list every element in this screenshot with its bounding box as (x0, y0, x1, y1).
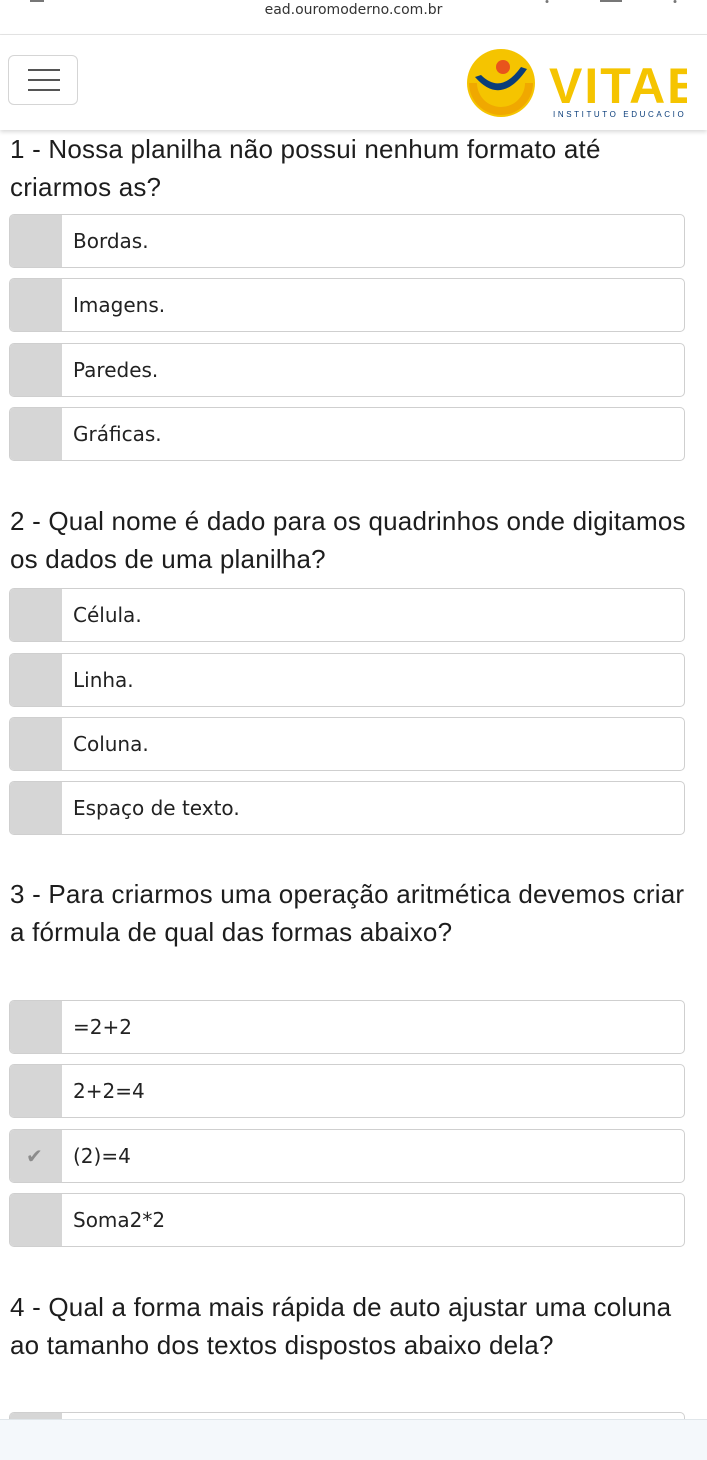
option-label: Imagens. (73, 293, 166, 317)
option-checkbox-checked[interactable]: ✔ (10, 1130, 62, 1182)
option-label: =2+2 (73, 1015, 132, 1039)
question-2-text: 2 - Qual nome é dado para os quadrinhos … (10, 506, 686, 574)
option-checkbox[interactable] (10, 1065, 62, 1117)
option-q1-c[interactable]: Paredes. (9, 343, 685, 397)
option-label: Paredes. (73, 358, 159, 382)
question-3-text: 3 - Para criarmos uma operação aritmétic… (10, 879, 685, 947)
option-q2-b[interactable]: Linha. (9, 653, 685, 707)
url-text: ead.ouromoderno.com.br (264, 2, 443, 18)
option-q3-a[interactable]: =2+2 (9, 1000, 685, 1054)
option-label: Espaço de texto. (73, 796, 240, 820)
option-label: Linha. (73, 668, 134, 692)
option-checkbox[interactable] (10, 279, 62, 331)
option-label: Coluna. (73, 732, 149, 756)
bottom-bar (0, 1419, 707, 1460)
vitae-logo[interactable]: VITAE INSTITUTO EDUCACIONAL (465, 47, 687, 119)
svg-text:INSTITUTO EDUCACIONAL: INSTITUTO EDUCACIONAL (553, 110, 687, 119)
option-label: Bordas. (73, 229, 149, 253)
browser-url-bar[interactable]: ead.ouromoderno.com.br (0, 0, 707, 35)
option-checkbox[interactable] (10, 782, 62, 834)
checkmark-icon: ✔ (26, 1146, 43, 1168)
site-header: VITAE INSTITUTO EDUCACIONAL (0, 35, 707, 130)
option-label: 2+2=4 (73, 1079, 145, 1103)
option-label: (2)=4 (73, 1144, 131, 1168)
option-q3-c[interactable]: ✔ (2)=4 (9, 1129, 685, 1183)
option-q2-d[interactable]: Espaço de texto. (9, 781, 685, 835)
option-checkbox[interactable] (10, 215, 62, 267)
question-4-text: 4 - Qual a forma mais rápida de auto aju… (10, 1292, 672, 1360)
svg-text:VITAE: VITAE (549, 58, 687, 114)
option-checkbox[interactable] (10, 408, 62, 460)
option-checkbox[interactable] (10, 1001, 62, 1053)
menu-button[interactable] (8, 55, 78, 105)
hamburger-menu-icon (28, 69, 60, 71)
option-q2-c[interactable]: Coluna. (9, 717, 685, 771)
option-checkbox[interactable] (10, 344, 62, 396)
option-label: Gráficas. (73, 422, 162, 446)
option-q1-d[interactable]: Gráficas. (9, 407, 685, 461)
option-q1-b[interactable]: Imagens. (9, 278, 685, 332)
option-checkbox[interactable] (10, 718, 62, 770)
option-q3-d[interactable]: Soma2*2 (9, 1193, 685, 1247)
option-q3-b[interactable]: 2+2=4 (9, 1064, 685, 1118)
option-label: Célula. (73, 603, 142, 627)
option-checkbox[interactable] (10, 1194, 62, 1246)
question-1-text: 1 - Nossa planilha não possui nenhum for… (10, 134, 601, 202)
option-q1-a[interactable]: Bordas. (9, 214, 685, 268)
option-label: Soma2*2 (73, 1208, 166, 1232)
option-checkbox[interactable] (10, 589, 62, 641)
option-checkbox[interactable] (10, 654, 62, 706)
option-q2-a[interactable]: Célula. (9, 588, 685, 642)
